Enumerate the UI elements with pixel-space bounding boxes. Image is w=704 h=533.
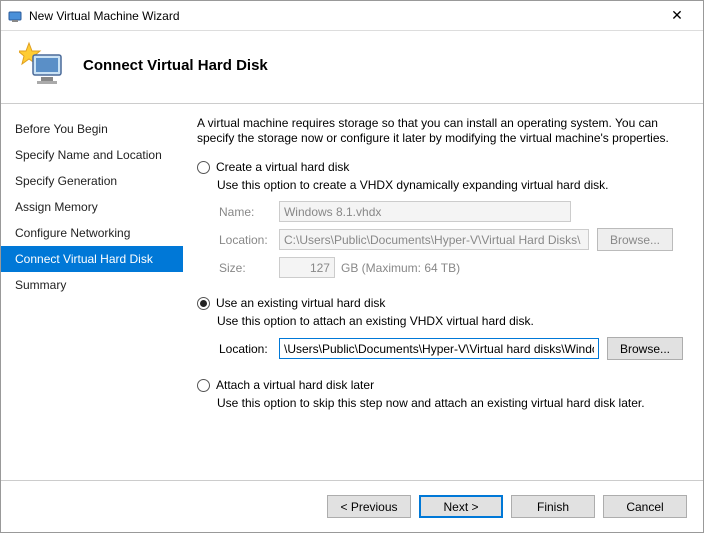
radio-existing[interactable] (197, 297, 210, 310)
nav-specify-generation[interactable]: Specify Generation (1, 168, 183, 194)
radio-later[interactable] (197, 379, 210, 392)
option-existing-desc: Use this option to attach an existing VH… (217, 314, 683, 329)
existing-location-input[interactable] (279, 338, 599, 359)
nav-assign-memory[interactable]: Assign Memory (1, 194, 183, 220)
existing-browse-button[interactable]: Browse... (607, 337, 683, 360)
option-create-desc: Use this option to create a VHDX dynamic… (217, 178, 683, 193)
option-existing-group: Use an existing virtual hard disk Use th… (197, 296, 683, 360)
previous-button[interactable]: < Previous (327, 495, 411, 518)
wizard-window: New Virtual Machine Wizard ✕ Connect Vir… (0, 0, 704, 533)
radio-create-row[interactable]: Create a virtual hard disk (197, 160, 683, 174)
nav-connect-virtual-hard-disk[interactable]: Connect Virtual Hard Disk (1, 246, 183, 272)
create-location-label: Location: (219, 233, 279, 247)
wizard-body: Before You Begin Specify Name and Locati… (1, 108, 703, 480)
nav-before-you-begin[interactable]: Before You Begin (1, 116, 183, 142)
option-later-desc: Use this option to skip this step now an… (217, 396, 683, 411)
header-divider (1, 103, 703, 104)
intro-text: A virtual machine requires storage so th… (197, 116, 683, 146)
titlebar: New Virtual Machine Wizard ✕ (1, 1, 703, 31)
option-later-label: Attach a virtual hard disk later (216, 378, 374, 392)
create-location-input (279, 229, 589, 250)
option-later-group: Attach a virtual hard disk later Use thi… (197, 378, 683, 411)
wizard-content: A virtual machine requires storage so th… (183, 108, 703, 480)
option-create-group: Create a virtual hard disk Use this opti… (197, 160, 683, 278)
option-create-label: Create a virtual hard disk (216, 160, 349, 174)
nav-configure-networking[interactable]: Configure Networking (1, 220, 183, 246)
existing-location-label: Location: (219, 342, 279, 356)
wizard-header: Connect Virtual Hard Disk (1, 31, 703, 103)
window-title: New Virtual Machine Wizard (29, 9, 657, 23)
finish-button[interactable]: Finish (511, 495, 595, 518)
option-existing-label: Use an existing virtual hard disk (216, 296, 385, 310)
nav-specify-name-location[interactable]: Specify Name and Location (1, 142, 183, 168)
radio-existing-row[interactable]: Use an existing virtual hard disk (197, 296, 683, 310)
create-size-input (279, 257, 335, 278)
wizard-sidebar: Before You Begin Specify Name and Locati… (1, 108, 183, 480)
create-browse-button: Browse... (597, 228, 673, 251)
next-button[interactable]: Next > (419, 495, 503, 518)
radio-create[interactable] (197, 161, 210, 174)
cancel-button[interactable]: Cancel (603, 495, 687, 518)
create-size-suffix: GB (Maximum: 64 TB) (341, 261, 460, 275)
create-size-label: Size: (219, 261, 279, 275)
create-name-input (279, 201, 571, 222)
close-button[interactable]: ✕ (657, 7, 697, 24)
page-title: Connect Virtual Hard Disk (83, 57, 268, 74)
radio-later-row[interactable]: Attach a virtual hard disk later (197, 378, 683, 392)
wizard-icon (19, 41, 67, 89)
app-icon (7, 8, 23, 24)
wizard-footer: < Previous Next > Finish Cancel (1, 480, 703, 532)
create-name-label: Name: (219, 205, 279, 219)
nav-summary[interactable]: Summary (1, 272, 183, 298)
